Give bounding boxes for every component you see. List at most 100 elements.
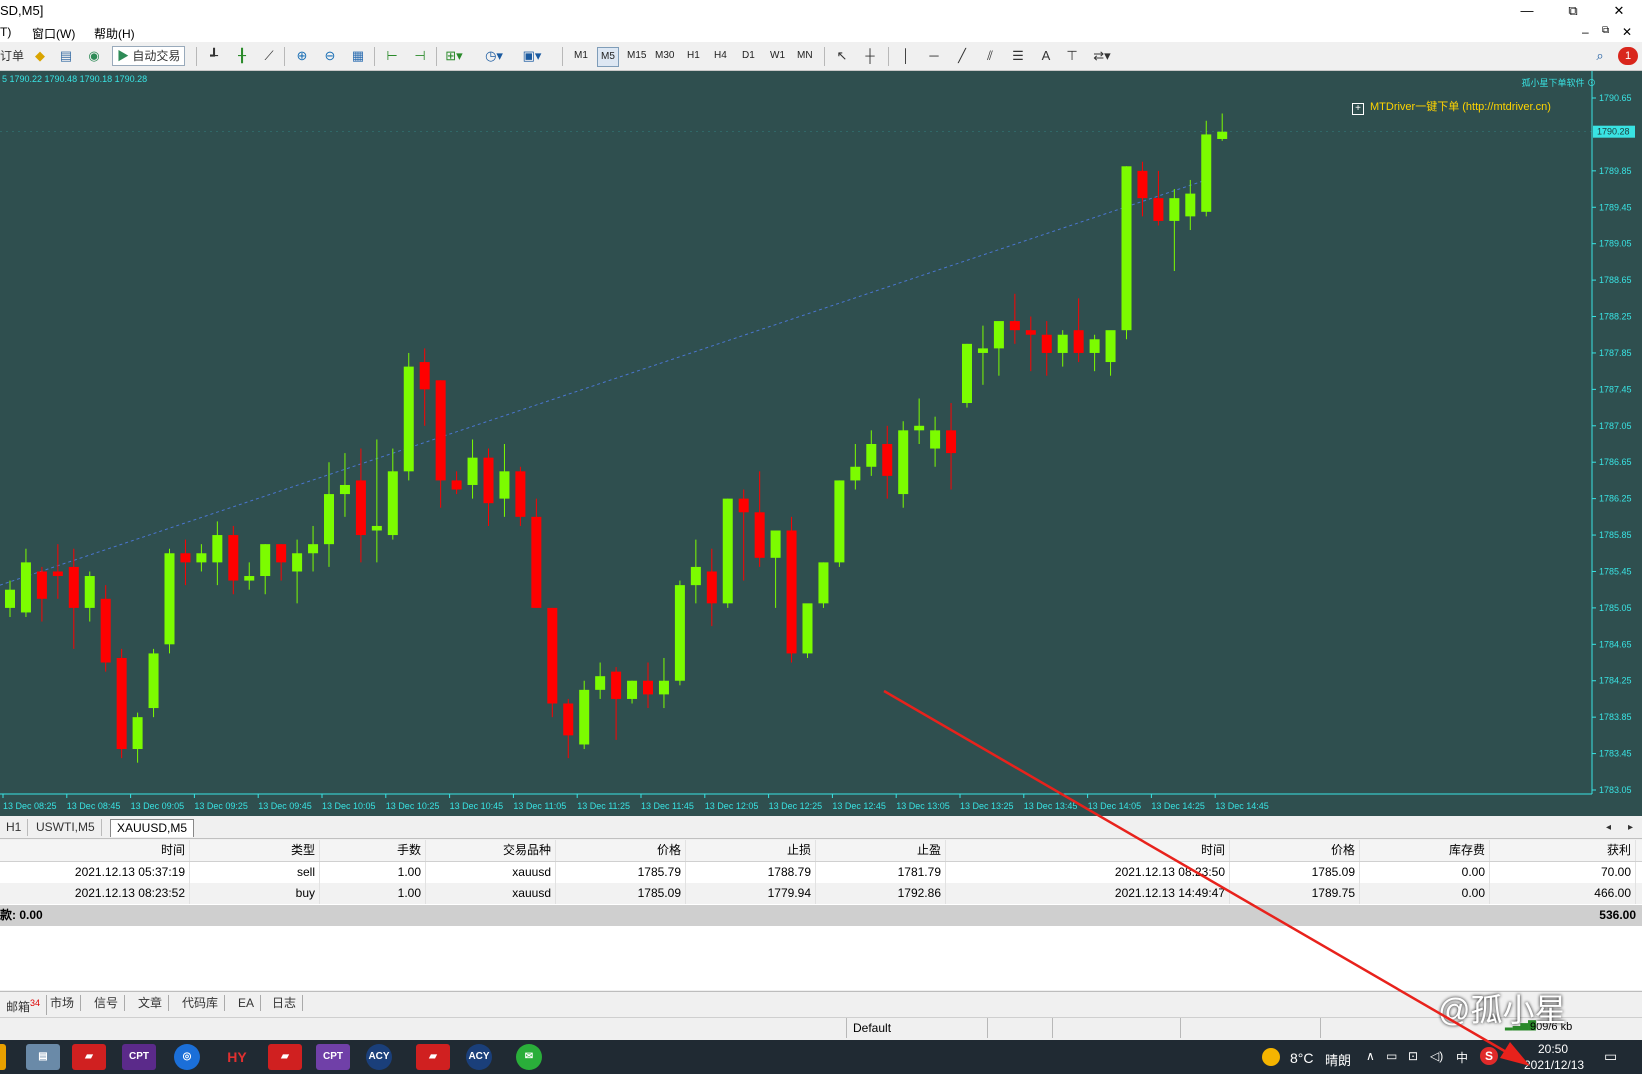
taskbar-pdf-icon[interactable]: ▰ (268, 1044, 302, 1070)
autotrade-button[interactable]: ▶ 自动交易 (112, 46, 186, 66)
new-order-button[interactable]: 订单 (0, 46, 24, 66)
tile-windows-icon[interactable]: ▦ (348, 46, 368, 66)
taskbar-app-acy[interactable]: ACY (466, 1044, 492, 1070)
taskbar-wechat-icon[interactable]: ✉ (516, 1044, 542, 1070)
vertical-line-icon[interactable]: │ (896, 46, 916, 66)
fibonacci-icon[interactable]: ☰ (1008, 46, 1028, 66)
taskbar-pdf-icon[interactable]: ▰ (416, 1044, 450, 1070)
tab-articles[interactable]: 文章 (132, 995, 170, 1011)
tab-mailbox[interactable]: 邮箱34 (0, 995, 48, 1015)
y-tick-label: 1788.65 (1599, 275, 1632, 285)
menu-tools[interactable]: T) (0, 25, 11, 39)
column-header[interactable]: 止盈 (816, 840, 946, 861)
timeframe-h1[interactable]: H1 (684, 47, 703, 65)
close-button[interactable]: ✕ (1596, 0, 1642, 22)
mdi-minimize-button[interactable]: – (1582, 25, 1589, 39)
timeframe-m1[interactable]: M1 (571, 47, 591, 65)
expand-plus-icon[interactable]: + (1352, 103, 1364, 115)
zoom-out-icon[interactable]: ⊖ (320, 46, 340, 66)
tab-ea[interactable]: EA (232, 995, 262, 1011)
column-header[interactable]: 类型 (190, 840, 320, 861)
line-chart-icon[interactable]: ⟋ (259, 46, 279, 66)
trendline-icon[interactable]: ╱ (952, 46, 972, 66)
tab-journal[interactable]: 日志 (266, 995, 304, 1011)
gold-bars-icon[interactable]: ◆ (30, 46, 50, 66)
taskbar-browser-icon[interactable]: ◎ (174, 1044, 200, 1070)
trendline (0, 179, 1207, 586)
taskbar-app-hy[interactable]: HY (220, 1044, 254, 1070)
search-icon[interactable]: ⌕ (1590, 46, 1610, 66)
horizontal-line-icon[interactable]: ─ (924, 46, 944, 66)
tab-h1[interactable]: H1 (0, 819, 29, 836)
column-header[interactable]: 时间 (0, 840, 190, 861)
taskbar-app-icon[interactable] (0, 1044, 6, 1070)
timeframe-m15[interactable]: M15 (624, 47, 649, 65)
tray-ime[interactable]: 中 (1456, 1049, 1468, 1066)
candlestick-chart-icon[interactable]: ╂ (232, 46, 252, 66)
taskbar-app-acy[interactable]: ACY (366, 1044, 392, 1070)
tab-codebase[interactable]: 代码库 (176, 995, 226, 1011)
tab-market[interactable]: 市场 (44, 995, 82, 1011)
price-chart[interactable]: 1790.65 1789.85 1789.45 1789.05 1788.65 1788.… (0, 71, 1642, 816)
column-header[interactable]: 价格 (1230, 840, 1360, 861)
menu-window[interactable]: 窗口(W) (32, 25, 75, 42)
taskbar-pdf-icon[interactable]: ▰ (72, 1044, 106, 1070)
tab-scroll-right-icon[interactable]: ▸ (1622, 819, 1639, 836)
tray-volume-icon[interactable]: ◁) (1430, 1049, 1443, 1063)
table-row[interactable]: 2021.12.13 05:37:19 sell 1.00 xauusd 178… (0, 862, 1642, 883)
column-header[interactable]: 时间 (946, 840, 1230, 861)
taskbar-app-cpt[interactable]: CPT (316, 1044, 350, 1070)
account-history-icon[interactable]: ▤ (56, 46, 76, 66)
timeframe-m5[interactable]: M5 (597, 47, 619, 67)
autoscroll-icon[interactable]: ⊣ (410, 46, 430, 66)
column-header[interactable]: 库存费 (1360, 840, 1490, 861)
text-label-icon[interactable]: ⊤ (1062, 46, 1082, 66)
tab-xauusd-m5[interactable]: XAUUSD,M5 (110, 819, 195, 837)
column-header[interactable]: 获利 (1490, 840, 1636, 861)
column-header[interactable]: 价格 (556, 840, 686, 861)
equidistant-channel-icon[interactable]: ⫽ (980, 46, 1000, 66)
notification-badge[interactable]: 1 (1618, 47, 1638, 65)
menu-help[interactable]: 帮助(H) (94, 25, 135, 42)
tray-expand-icon[interactable]: ∧ (1366, 1049, 1375, 1063)
mtdriver-panel[interactable]: + MTDriver一键下单 (http://mtdriver.cn) (1352, 98, 1551, 115)
timeframe-mn[interactable]: MN (794, 47, 816, 65)
tab-scroll-left-icon[interactable]: ◂ (1600, 819, 1617, 836)
clock-time[interactable]: 20:50 (1538, 1042, 1568, 1056)
tab-signals[interactable]: 信号 (88, 995, 126, 1011)
arrows-icon[interactable]: ⇄▾ (1092, 46, 1112, 66)
zoom-in-icon[interactable]: ⊕ (292, 46, 312, 66)
tab-uswti-m5[interactable]: USWTI,M5 (30, 819, 102, 836)
taskbar-app-cpt[interactable]: CPT (122, 1044, 156, 1070)
bar-chart-icon[interactable]: ┹ (204, 46, 224, 66)
taskbar-app-icon[interactable]: ▤ (26, 1044, 60, 1070)
clock-date[interactable]: 2021/12/13 (1524, 1058, 1584, 1072)
candle-body (371, 525, 382, 531)
timeframe-h4[interactable]: H4 (711, 47, 730, 65)
column-header[interactable]: 止损 (686, 840, 816, 861)
minimize-button[interactable]: — (1504, 0, 1550, 22)
mdi-close-button[interactable]: ✕ (1622, 25, 1632, 39)
timeframe-m30[interactable]: M30 (652, 47, 677, 65)
column-header[interactable]: 手数 (320, 840, 426, 861)
candle-body (308, 544, 319, 554)
cursor-icon[interactable]: ↖ (832, 46, 852, 66)
chart-shift-icon[interactable]: ⊢ (382, 46, 402, 66)
tray-sogou-icon[interactable]: S (1480, 1047, 1498, 1065)
timeframe-d1[interactable]: D1 (739, 47, 758, 65)
signal-radar-icon[interactable]: ◉ (84, 46, 104, 66)
terminal-tabs: 邮箱34 市场 信号 文章 代码库 EA 日志 (0, 991, 1642, 1015)
column-header[interactable]: 交易品种 (426, 840, 556, 861)
timeframe-w1[interactable]: W1 (767, 47, 788, 65)
text-tool[interactable]: A (1036, 46, 1056, 66)
restore-button[interactable]: ⧉ (1550, 0, 1596, 22)
templates-icon[interactable]: ▣▾ (522, 46, 542, 66)
mdi-restore-button[interactable]: ⧉ (1602, 25, 1609, 36)
crosshair-icon[interactable]: ┼ (860, 46, 880, 66)
indicators-icon[interactable]: ⊞▾ (444, 46, 464, 66)
table-row[interactable]: 2021.12.13 08:23:52 buy 1.00 xauusd 1785… (0, 883, 1642, 904)
tray-network-icon[interactable]: ⊡ (1408, 1049, 1418, 1063)
tray-battery-icon[interactable]: ▭ (1386, 1049, 1397, 1063)
periods-clock-icon[interactable]: ◷▾ (484, 46, 504, 66)
notifications-icon[interactable]: ▭ (1604, 1048, 1617, 1065)
